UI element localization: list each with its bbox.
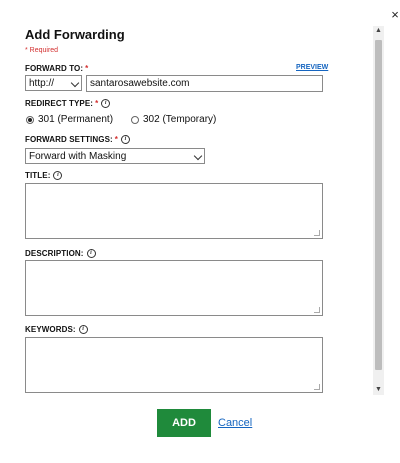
title-label-text: TITLE:	[25, 171, 51, 180]
resize-grip-icon[interactable]	[314, 307, 320, 313]
add-button[interactable]: ADD	[157, 409, 211, 437]
close-icon[interactable]: ×	[390, 8, 400, 21]
scroll-up-icon[interactable]: ▲	[373, 26, 384, 36]
required-asterisk: *	[114, 135, 118, 144]
cancel-link[interactable]: Cancel	[218, 417, 252, 429]
forward-settings-label-text: FORWARD SETTINGS:	[25, 135, 113, 144]
scrollbar-thumb[interactable]	[375, 40, 382, 370]
radio-301-permanent[interactable]: 301 (Permanent)	[26, 114, 113, 125]
info-icon[interactable]: i	[121, 135, 130, 144]
forward-to-label: FORWARD TO: *	[25, 64, 88, 73]
forward-settings-label: FORWARD SETTINGS: * i	[25, 135, 130, 144]
chevron-down-icon	[193, 151, 203, 161]
dialog-title: Add Forwarding	[25, 27, 125, 42]
info-icon[interactable]: i	[86, 249, 96, 258]
description-label: DESCRIPTION: i	[25, 249, 96, 258]
title-label: TITLE: i	[25, 171, 63, 180]
resize-grip-icon[interactable]	[314, 384, 320, 390]
forward-url-input[interactable]: santarosawebsite.com	[86, 75, 323, 92]
keywords-label: KEYWORDS: i	[25, 325, 88, 334]
vertical-scrollbar[interactable]: ▲ ▼	[373, 26, 384, 395]
info-icon[interactable]: i	[53, 171, 63, 180]
required-asterisk: *	[95, 99, 99, 108]
forward-settings-select[interactable]: Forward with Masking	[25, 148, 205, 164]
scroll-down-icon[interactable]: ▼	[373, 385, 384, 395]
radio-302-temporary[interactable]: 302 (Temporary)	[131, 114, 216, 125]
forward-settings-value: Forward with Masking	[29, 151, 127, 162]
required-note: * Required	[25, 47, 59, 54]
forward-to-label-text: FORWARD TO:	[25, 64, 84, 73]
preview-link[interactable]: PREVIEW	[296, 64, 328, 71]
chevron-down-icon	[70, 78, 80, 88]
required-asterisk: *	[85, 64, 89, 73]
radio-302-label: 302 (Temporary)	[143, 114, 217, 125]
info-icon[interactable]: i	[101, 99, 111, 108]
radio-button-checked[interactable]	[26, 115, 34, 124]
radio-301-label: 301 (Permanent)	[38, 114, 114, 125]
description-textarea[interactable]	[25, 260, 323, 316]
protocol-select[interactable]: http://	[25, 75, 82, 91]
radio-button[interactable]	[131, 115, 139, 124]
keywords-textarea[interactable]	[25, 337, 323, 393]
redirect-type-label-text: REDIRECT TYPE:	[25, 99, 94, 108]
title-textarea[interactable]	[25, 183, 323, 239]
info-icon[interactable]: i	[78, 325, 88, 334]
redirect-type-label: REDIRECT TYPE: * i	[25, 99, 111, 108]
resize-grip-icon[interactable]	[314, 230, 320, 236]
protocol-select-value: http://	[29, 78, 55, 89]
keywords-label-text: KEYWORDS:	[25, 325, 76, 334]
description-label-text: DESCRIPTION:	[25, 249, 84, 258]
